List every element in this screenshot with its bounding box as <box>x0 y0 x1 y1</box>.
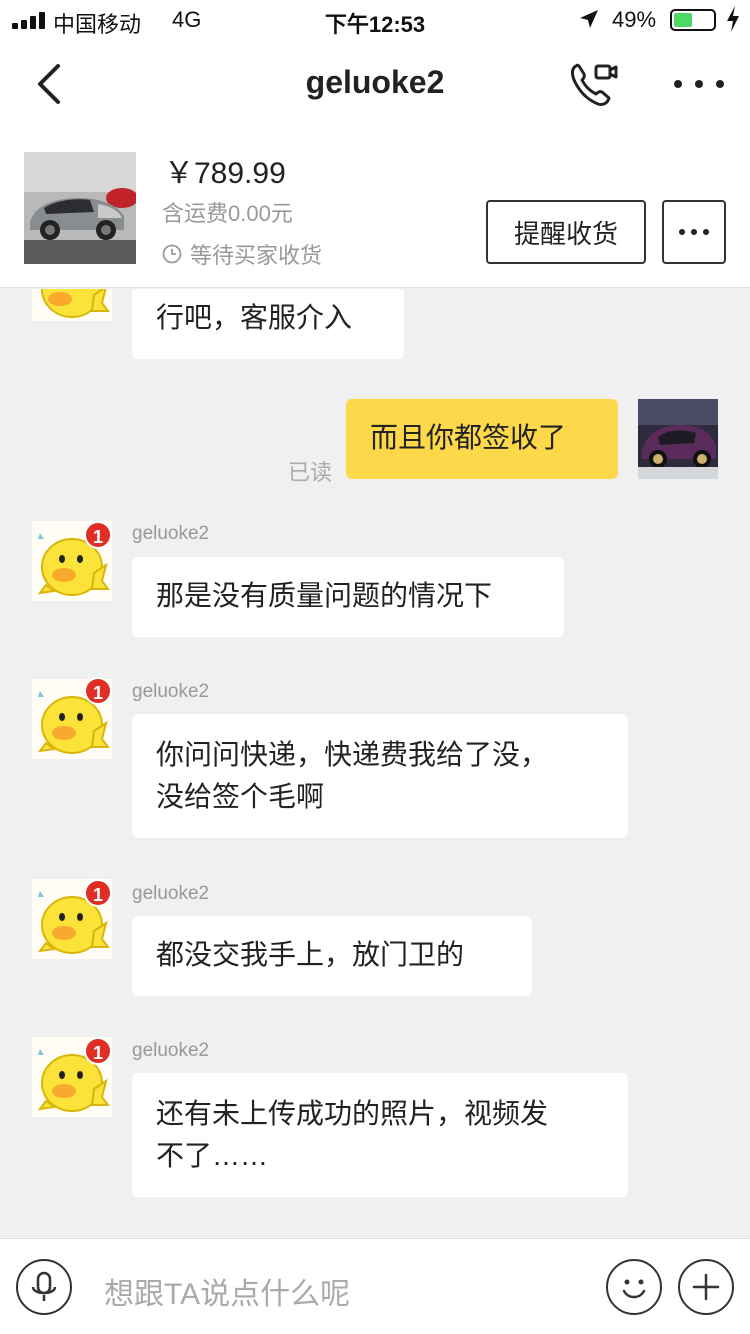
message-bubble[interactable]: 还有未上传成功的照片，视频发 不了…… <box>132 1073 628 1197</box>
remind-receive-button[interactable]: 提醒收货 <box>486 200 646 264</box>
message-line: 你问问快递，快递费我给了没， <box>156 739 549 770</box>
microphone-icon <box>31 1271 57 1301</box>
phone-video-icon <box>571 63 618 106</box>
nav-header: geluoke2 <box>0 40 750 130</box>
message-text: 那是没有质量问题的情况下 <box>156 580 493 611</box>
sender-name: geluoke2 <box>132 681 210 702</box>
my-message-bubble[interactable]: 而且你都签收了 <box>346 399 618 479</box>
unread-badge: 1 <box>84 1037 112 1065</box>
message-input[interactable]: 想跟TA说点什么呢 <box>104 1269 350 1313</box>
smiley-icon <box>622 1279 646 1299</box>
unread-badge: 1 <box>84 677 112 705</box>
battery-icon <box>670 9 716 31</box>
order-status-label: 等待买家收货 <box>190 243 323 268</box>
read-receipt: 已读 <box>288 460 333 485</box>
message-text: 行吧，客服介入 <box>156 302 353 333</box>
chat-list[interactable]: 行吧，客服介入 已读 而且你都签收了 1 geluoke2 那是没有质量问题的情… <box>0 289 750 1237</box>
my-avatar[interactable] <box>638 399 718 479</box>
message-text: 都没交我手上，放门卫的 <box>156 939 465 970</box>
sender-name: geluoke2 <box>132 883 210 904</box>
unread-badge: 1 <box>84 521 112 549</box>
status-bar: 中国移动 4G 下午12:53 49% <box>0 0 750 40</box>
message-line: 不了…… <box>156 1140 269 1171</box>
product-card[interactable]: ￥789.99 含运费0.00元 等待买家收货 提醒收货 <box>0 130 750 288</box>
message-bubble[interactable]: 你问问快递，快递费我给了没， 没给签个毛啊 <box>132 714 628 838</box>
shipping-fee: 含运费0.00元 <box>162 201 293 226</box>
message-bubble[interactable]: 都没交我手上，放门卫的 <box>132 916 532 996</box>
more-dots-icon <box>674 80 682 88</box>
add-attachment-button[interactable] <box>678 1259 734 1315</box>
emoji-button[interactable] <box>606 1259 662 1315</box>
order-more-button[interactable] <box>662 200 726 264</box>
message-text: 而且你都签收了 <box>370 422 567 453</box>
battery-percent: 49% <box>612 7 657 32</box>
unread-badge: 1 <box>84 879 112 907</box>
message-bubble[interactable]: 行吧，客服介入 <box>132 289 404 359</box>
more-dots-icon <box>679 229 685 235</box>
message-bubble[interactable]: 那是没有质量问题的情况下 <box>132 557 564 637</box>
page-title: geluoke2 <box>305 64 445 100</box>
voice-button[interactable] <box>16 1259 72 1315</box>
clock-icon <box>162 244 182 264</box>
duck-avatar-icon <box>32 289 112 321</box>
product-image[interactable] <box>24 152 136 264</box>
product-price: ￥789.99 <box>164 157 286 190</box>
car-avatar-icon <box>638 399 718 479</box>
message-line: 还有未上传成功的照片，视频发 <box>156 1098 549 1129</box>
location-icon <box>578 8 600 36</box>
charging-icon <box>726 6 740 38</box>
message-line: 没给签个毛啊 <box>156 781 325 812</box>
order-status: 等待买家收货 <box>162 238 322 270</box>
more-button[interactable] <box>674 62 724 106</box>
plus-icon <box>692 1273 720 1301</box>
sender-name: geluoke2 <box>132 1040 210 1061</box>
call-button[interactable] <box>568 60 620 108</box>
input-bar: 想跟TA说点什么呢 <box>0 1238 750 1334</box>
sender-name: geluoke2 <box>132 523 210 544</box>
avatar[interactable] <box>32 289 112 321</box>
